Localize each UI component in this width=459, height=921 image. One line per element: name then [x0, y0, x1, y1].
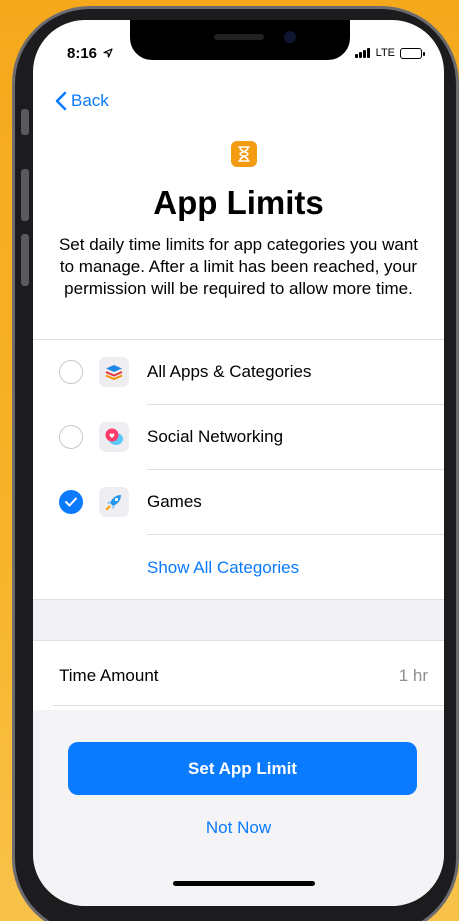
- radio-checked[interactable]: [59, 490, 83, 514]
- chat-heart-icon: [99, 422, 129, 452]
- not-now-button[interactable]: Not Now: [33, 818, 444, 838]
- category-row-games[interactable]: Games: [33, 470, 444, 534]
- signal-icon: [354, 48, 371, 58]
- time-text: 8:16: [67, 45, 98, 62]
- radio-unchecked[interactable]: [59, 360, 83, 384]
- back-button[interactable]: Back: [55, 91, 109, 111]
- stack-icon: [99, 357, 129, 387]
- network-label: LTE: [375, 47, 395, 59]
- show-all-categories-link[interactable]: Show All Categories: [147, 558, 299, 578]
- category-row-all-apps[interactable]: All Apps & Categories: [33, 340, 444, 404]
- radio-unchecked[interactable]: [59, 425, 83, 449]
- volume-up-button: [21, 169, 29, 221]
- battery-icon: [400, 47, 425, 59]
- rocket-icon: [99, 487, 129, 517]
- section-spacer: [33, 600, 444, 640]
- camera: [284, 31, 296, 43]
- divider: [33, 640, 444, 641]
- category-row-social-networking[interactable]: Social Networking: [33, 405, 444, 469]
- page-title: App Limits: [153, 184, 324, 221]
- chevron-left-icon: [55, 91, 67, 111]
- category-label: Social Networking: [147, 427, 284, 446]
- action-panel: [33, 710, 444, 906]
- status-time: 8:16: [67, 45, 113, 62]
- status-indicators: LTE: [354, 47, 425, 59]
- notch: [130, 20, 350, 60]
- set-app-limit-button[interactable]: Set App Limit: [68, 742, 417, 795]
- home-indicator[interactable]: [173, 881, 315, 886]
- category-label: All Apps & Categories: [147, 362, 312, 381]
- back-label: Back: [71, 91, 109, 110]
- volume-down-button: [21, 234, 29, 286]
- screen: 8:16 LTE Back App Limits Set daily time …: [33, 20, 444, 906]
- divider: [53, 705, 444, 706]
- speaker: [214, 34, 264, 40]
- checkmark-icon: [65, 497, 77, 507]
- location-arrow-icon: [103, 48, 113, 58]
- divider: [147, 534, 444, 535]
- hourglass-icon: [231, 141, 257, 167]
- category-label: Games: [147, 492, 202, 511]
- mute-switch: [21, 109, 29, 135]
- time-amount-value: 1 hr: [398, 666, 428, 685]
- page-description: Set daily time limits for app categories…: [58, 235, 419, 298]
- time-amount-label: Time Amount: [59, 666, 159, 685]
